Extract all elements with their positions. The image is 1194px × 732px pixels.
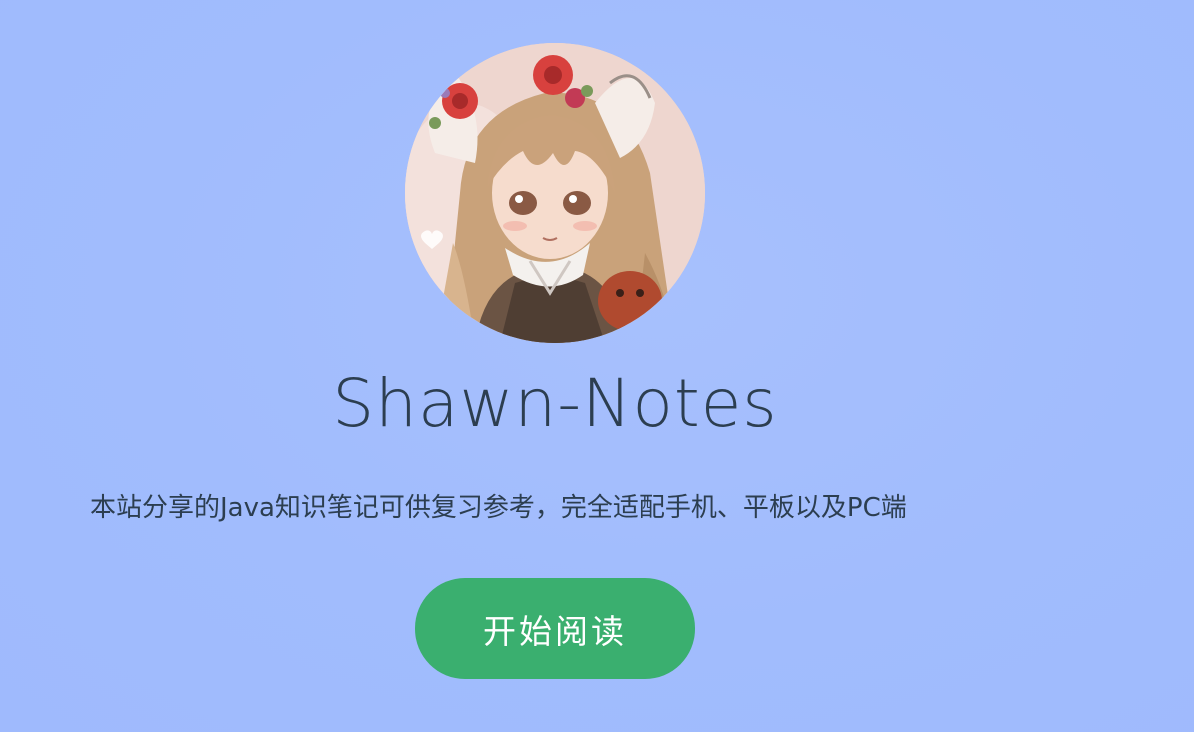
site-tagline: 本站分享的Java知识笔记可供复习参考，完全适配手机、平板以及PC端 <box>90 493 907 523</box>
hero-section: Shawn-Notes 本站分享的Java知识笔记可供复习参考，完全适配手机、平… <box>0 0 1194 732</box>
site-title: Shawn-Notes <box>332 365 778 442</box>
avatar <box>405 43 705 343</box>
anime-girl-avatar-icon <box>405 43 705 343</box>
start-reading-button[interactable]: 开始阅读 <box>415 578 695 679</box>
